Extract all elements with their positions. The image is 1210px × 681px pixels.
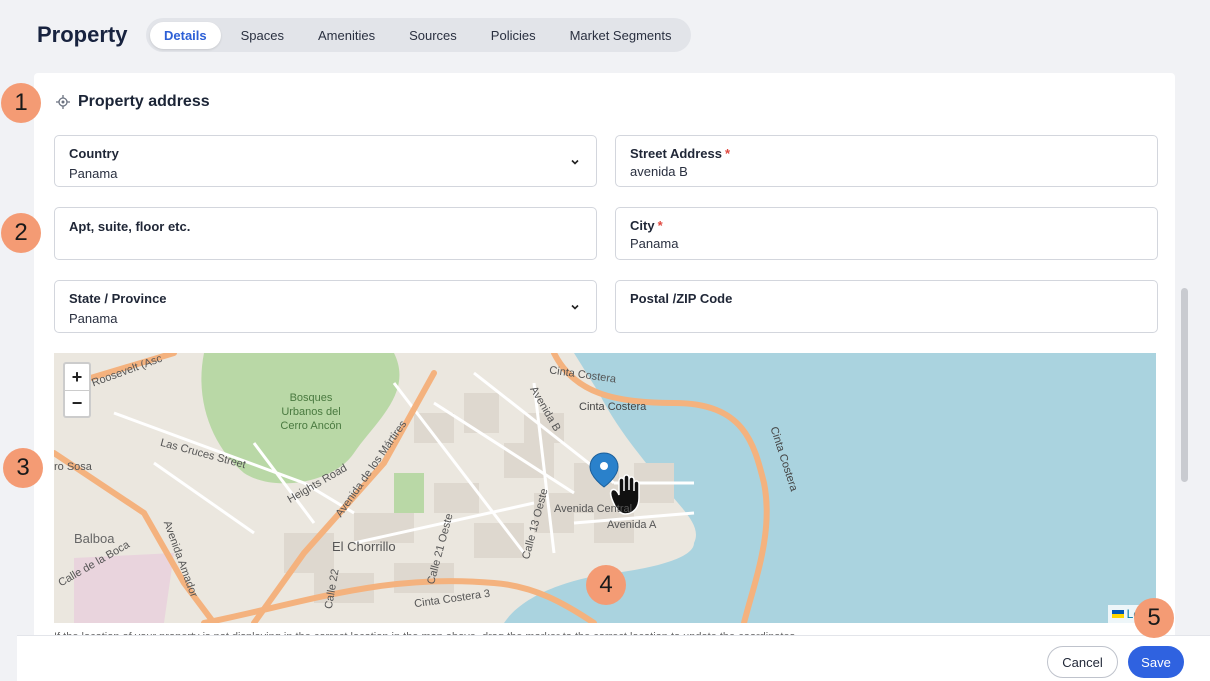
map-label-el-chorrillo: El Chorrillo	[332, 539, 396, 554]
state-value: Panama	[69, 311, 118, 326]
postal-code-field[interactable]: Postal /ZIP Code	[615, 280, 1158, 333]
map-label-cinta-costera: Cinta Costera	[579, 401, 647, 413]
required-mark: *	[725, 146, 731, 161]
street-value: avenida B	[630, 164, 688, 179]
tab-sources[interactable]: Sources	[395, 22, 471, 49]
map-label-ro-sosa: ro Sosa	[54, 461, 92, 473]
postal-label: Postal /ZIP Code	[630, 291, 733, 306]
state-province-select[interactable]: State / Province Panama	[54, 280, 597, 333]
step-marker-4: 4	[586, 565, 626, 605]
chevron-down-icon	[571, 304, 579, 310]
zoom-in-button[interactable]: +	[65, 364, 89, 390]
city-field[interactable]: City * Panama	[615, 207, 1158, 260]
tab-spaces[interactable]: Spaces	[227, 22, 298, 49]
state-label: State / Province	[69, 291, 167, 306]
page-title: Property	[37, 22, 128, 47]
map-label-avenida-central: Avenida Central	[554, 503, 633, 515]
scrollbar-thumb[interactable]	[1181, 288, 1188, 482]
location-target-icon	[56, 95, 70, 109]
map-label-balboa: Balboa	[74, 531, 115, 546]
required-mark: *	[657, 218, 663, 233]
map-label-avenida-a: Avenida A	[607, 519, 657, 531]
tab-bar: Details Spaces Amenities Sources Policie…	[146, 18, 691, 52]
ukraine-flag-icon	[1111, 610, 1124, 618]
country-value: Panama	[69, 166, 118, 181]
city-label: City *	[630, 218, 663, 233]
apt-label: Apt, suite, floor etc.	[69, 219, 191, 234]
city-value: Panama	[630, 236, 679, 251]
step-marker-3: 3	[3, 448, 43, 488]
cancel-button[interactable]: Cancel	[1047, 646, 1118, 678]
tab-details[interactable]: Details	[150, 21, 221, 49]
park-area	[394, 473, 424, 513]
country-label: Country	[69, 146, 119, 161]
save-button[interactable]: Save	[1128, 646, 1184, 678]
step-marker-2: 2	[1, 213, 41, 253]
zoom-controls: + −	[63, 362, 91, 418]
tab-amenities[interactable]: Amenities	[304, 22, 389, 49]
form-footer: Cancel Save	[17, 635, 1210, 681]
section-title: Property address	[78, 93, 210, 110]
street-address-field[interactable]: Street Address * avenida B	[615, 135, 1158, 187]
map-label-bosques: Bosques Urbanos del Cerro Ancón	[280, 392, 342, 432]
step-marker-1: 1	[1, 83, 41, 123]
step-marker-5: 5	[1134, 598, 1174, 638]
apt-suite-field[interactable]: Apt, suite, floor etc.	[54, 207, 597, 260]
tab-policies[interactable]: Policies	[477, 22, 550, 49]
tab-market-segments[interactable]: Market Segments	[556, 22, 686, 49]
section-header: Property address	[56, 93, 210, 111]
chevron-down-icon	[571, 159, 579, 165]
street-label: Street Address *	[630, 146, 731, 161]
country-select[interactable]: Country Panama	[54, 135, 597, 187]
zoom-out-button[interactable]: −	[65, 390, 89, 416]
